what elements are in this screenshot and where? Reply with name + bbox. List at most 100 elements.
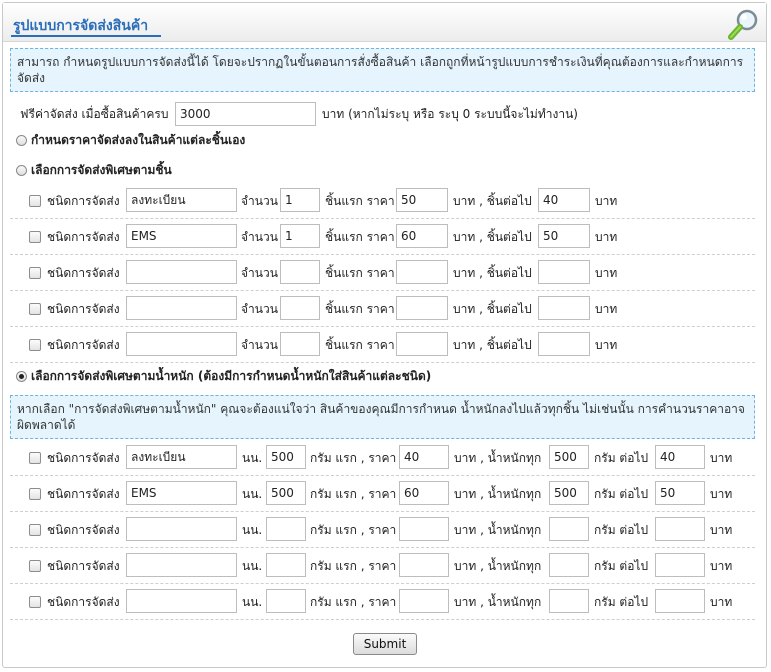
weight-input[interactable] <box>266 553 306 577</box>
info-box-general: สามารถ กำหนดรูปแบบการจัดส่งนี้ได้ โดยจะป… <box>10 48 755 92</box>
page-title: รูปแบบการจัดส่งสินค้า <box>13 18 149 34</box>
ship-type-input[interactable] <box>126 589 237 613</box>
next-price-input[interactable] <box>655 553 705 577</box>
row-checkbox[interactable] <box>29 195 41 207</box>
radio-per-product[interactable] <box>16 134 27 146</box>
row-checkbox[interactable] <box>29 560 41 572</box>
next-price-input[interactable] <box>655 589 705 613</box>
price-input[interactable] <box>399 589 449 613</box>
weight-input[interactable] <box>266 517 306 541</box>
weight-input[interactable]: 500 <box>266 481 306 505</box>
ship-type-input[interactable] <box>126 332 237 356</box>
quantity-input[interactable] <box>280 296 320 320</box>
gram-first-label: กรัม แรก , ราคา <box>310 450 397 465</box>
price-input[interactable] <box>399 553 449 577</box>
quantity-input[interactable] <box>280 332 320 356</box>
free-shipping-suffix-row: บาท (หากไม่ระบุ หรือ ระบุ 0 ระบบนี้จะไม่… <box>322 104 578 124</box>
next-price-input[interactable] <box>538 260 590 284</box>
ship-type-input[interactable]: EMS <box>126 481 237 505</box>
first-price-label: ชิ้นแรก ราคา <box>325 265 395 280</box>
next-price-input[interactable] <box>655 517 705 541</box>
row-checkbox[interactable] <box>29 339 41 351</box>
price-input[interactable] <box>399 517 449 541</box>
ship-type-label: ชนิดการจัดส่ง <box>47 265 120 280</box>
weight-every-label: บาท , น้ำหนักทุก <box>454 522 542 537</box>
quantity-label: จำนวน <box>241 301 278 316</box>
first-price-input[interactable] <box>396 332 448 356</box>
ship-type-input[interactable]: ลงทะเบียน <box>126 445 237 469</box>
ship-type-input[interactable]: ลงทะเบียน <box>126 188 237 212</box>
next-price-input[interactable] <box>538 296 590 320</box>
next-price-input[interactable]: 40 <box>655 445 705 469</box>
weight-label: นน. <box>242 594 263 609</box>
ship-type-label: ชนิดการจัดส่ง <box>47 229 120 244</box>
ship-type-input[interactable]: EMS <box>126 224 237 248</box>
gram-first-label: กรัม แรก , ราคา <box>310 594 397 609</box>
piece-row: ชนิดการจัดส่ง EMS จำนวน 1 ชิ้นแรก ราคา 60 บาท … <box>10 219 755 255</box>
ship-type-input[interactable] <box>126 296 237 320</box>
baht-label: บาท <box>595 265 618 280</box>
weight-input[interactable]: 500 <box>266 445 306 469</box>
submit-button[interactable]: Submit <box>353 633 417 655</box>
baht-label: บาท <box>710 450 733 465</box>
weight-label: นน. <box>242 450 263 465</box>
weight-input[interactable] <box>266 589 306 613</box>
ship-type-input[interactable] <box>126 517 237 541</box>
option-by-weight[interactable]: เลือกการจัดส่งพิเศษตามน้ำหนัก (ต้องมีการ… <box>16 366 431 386</box>
every-input[interactable] <box>549 517 589 541</box>
ship-type-input[interactable] <box>126 260 237 284</box>
every-input[interactable]: 500 <box>549 445 589 469</box>
baht-label: บาท <box>595 229 618 244</box>
row-checkbox[interactable] <box>29 596 41 608</box>
row-checkbox[interactable] <box>29 524 41 536</box>
gram-next-label: กรัม ต่อไป <box>594 558 649 573</box>
row-checkbox[interactable] <box>29 488 41 500</box>
row-checkbox[interactable] <box>29 231 41 243</box>
search-icon[interactable] <box>727 8 761 42</box>
next-price-input[interactable]: 40 <box>538 188 590 212</box>
piece-row: ชนิดการจัดส่ง จำนวน ชิ้นแรก ราคา บาท , ชิ้น… <box>10 291 755 327</box>
price-input[interactable]: 40 <box>399 445 449 469</box>
ship-type-label: ชนิดการจัดส่ง <box>47 558 120 573</box>
quantity-label: จำนวน <box>241 229 278 244</box>
ship-type-label: ชนิดการจัดส่ง <box>47 450 120 465</box>
gram-first-label: กรัม แรก , ราคา <box>310 522 397 537</box>
quantity-input[interactable]: 1 <box>280 224 320 248</box>
every-input[interactable]: 500 <box>549 481 589 505</box>
row-checkbox[interactable] <box>29 267 41 279</box>
first-price-label: ชิ้นแรก ราคา <box>325 229 395 244</box>
weight-row: ชนิดการจัดส่ง นน. กรัม แรก , ราคา บาท , น้ำ… <box>10 584 755 620</box>
first-price-input[interactable] <box>396 260 448 284</box>
free-shipping-input[interactable]: 3000 <box>175 102 316 126</box>
next-price-input[interactable]: 50 <box>655 481 705 505</box>
panel-header: รูปแบบการจัดส่งสินค้า <box>3 3 766 42</box>
weight-row: ชนิดการจัดส่ง EMS นน. 500 กรัม แรก , ราคา 60 บ… <box>10 476 755 512</box>
quantity-input[interactable] <box>280 260 320 284</box>
every-input[interactable] <box>549 553 589 577</box>
option-per-product[interactable]: กำหนดราคาจัดส่งลงในสินค้าแต่ละชิ้นเอง <box>16 130 245 150</box>
next-price-input[interactable]: 50 <box>538 224 590 248</box>
row-checkbox[interactable] <box>29 303 41 315</box>
weight-row: ชนิดการจัดส่ง นน. กรัม แรก , ราคา บาท , น้ำ… <box>10 512 755 548</box>
weight-label: นน. <box>242 486 263 501</box>
radio-by-weight[interactable] <box>16 370 27 382</box>
ship-type-input[interactable] <box>126 553 237 577</box>
first-price-input[interactable]: 60 <box>396 224 448 248</box>
next-price-input[interactable] <box>538 332 590 356</box>
row-checkbox[interactable] <box>29 452 41 464</box>
ship-type-label: ชนิดการจัดส่ง <box>47 522 120 537</box>
quantity-input[interactable]: 1 <box>280 188 320 212</box>
next-label: บาท , ชิ้นต่อไป <box>453 193 532 208</box>
gram-next-label: กรัม ต่อไป <box>594 594 649 609</box>
price-input[interactable]: 60 <box>399 481 449 505</box>
free-shipping-suffix: บาท (หากไม่ระบุ หรือ ระบุ 0 ระบบนี้จะไม่… <box>322 106 578 121</box>
option-per-piece[interactable]: เลือกการจัดส่งพิเศษตามชิ้น <box>16 160 172 180</box>
weight-every-label: บาท , น้ำหนักทุก <box>454 558 542 573</box>
first-price-input[interactable]: 50 <box>396 188 448 212</box>
radio-per-piece[interactable] <box>16 164 27 176</box>
first-price-input[interactable] <box>396 296 448 320</box>
every-input[interactable] <box>549 589 589 613</box>
quantity-label: จำนวน <box>241 265 278 280</box>
quantity-label: จำนวน <box>241 337 278 352</box>
info-box-weight-warning: หากเลือก "การจัดส่งพิเศษตามน้ำหนัก" คุณจ… <box>10 395 755 439</box>
